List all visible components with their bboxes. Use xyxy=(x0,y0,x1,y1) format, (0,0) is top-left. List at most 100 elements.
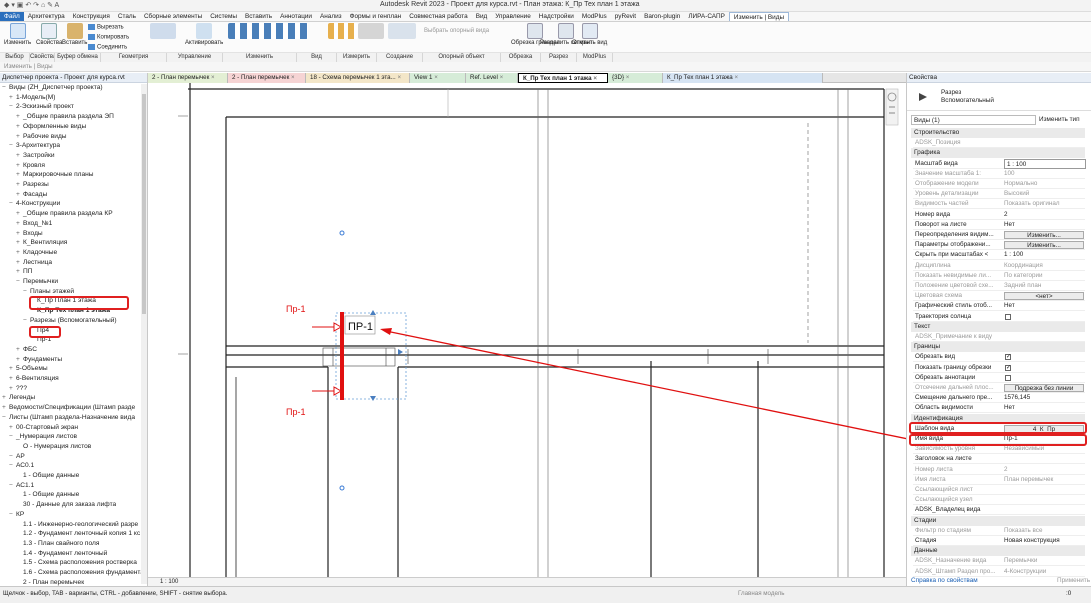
browser-tree-item[interactable]: −3-Архитектура xyxy=(9,141,60,151)
elevation-marker[interactable] xyxy=(339,485,345,491)
tree-toggle-icon[interactable]: + xyxy=(9,374,16,384)
property-value[interactable]: 1576,145 xyxy=(1003,393,1085,403)
properties-help-link[interactable]: Справка по свойствам xyxy=(911,577,978,584)
property-row[interactable]: Поворот на листе Нет xyxy=(913,220,1085,230)
browser-tree-item[interactable]: −2-Эскизный проект xyxy=(9,102,74,112)
apply-button[interactable]: Применить xyxy=(1057,577,1090,584)
view-tab[interactable]: 18 - Схема перемычек 1 эта... × xyxy=(306,73,410,83)
ribbon-tab[interactable]: Файл xyxy=(0,12,24,21)
property-row[interactable]: ADSK_Примечание к виду xyxy=(913,332,1085,342)
view-tab[interactable]: К_Пр Тех план 1 этажа × xyxy=(663,73,823,83)
elevation-marker[interactable] xyxy=(339,230,345,236)
browser-tree-item[interactable]: − Листы (Штамп раздела-Назначение вида xyxy=(2,413,135,423)
create-tools[interactable] xyxy=(388,23,416,39)
browser-tree-item[interactable]: − АС0.1 xyxy=(9,461,34,471)
measure-tools[interactable] xyxy=(358,23,384,39)
property-row[interactable]: Траектория солнца xyxy=(913,312,1085,322)
browser-tree-item[interactable]: 2 - План перемычек xyxy=(16,578,84,586)
browser-tree-item[interactable]: +??? xyxy=(9,384,27,394)
view-scale-selector[interactable]: 1 : 100 xyxy=(160,579,178,585)
property-section-header[interactable]: Графика xyxy=(911,148,1085,159)
tree-toggle-icon[interactable]: + xyxy=(2,393,9,403)
browser-tree-item[interactable]: 1.5 - Схема расположения ростверка xyxy=(16,558,137,568)
tree-toggle-icon[interactable]: + xyxy=(16,151,23,161)
ribbon-tab[interactable]: Сборные элементы xyxy=(140,12,206,21)
property-row[interactable]: Видимость частей Показать оригинал xyxy=(913,199,1085,210)
tree-toggle-icon[interactable]: + xyxy=(16,248,23,258)
ribbon-tab[interactable]: pyRevit xyxy=(611,12,640,21)
type-selector[interactable]: Разрез Вспомогательный xyxy=(907,83,1091,111)
ribbon-tab[interactable]: Надстройки xyxy=(535,12,578,21)
property-value[interactable]: По категории xyxy=(1003,271,1085,281)
browser-tree-item[interactable]: + Легенды xyxy=(2,393,35,403)
property-value[interactable]: 2 xyxy=(1003,465,1085,475)
property-row[interactable]: Масштаб вида 1 : 100 xyxy=(913,158,1086,169)
property-section-header[interactable]: Стадии xyxy=(911,515,1085,526)
browser-tree-item[interactable]: 1.2 - Фундамент ленточный копия 1 кс xyxy=(16,529,140,539)
property-value[interactable]: Нормально xyxy=(1003,179,1085,189)
property-row[interactable]: Обрезать аннотации xyxy=(913,373,1085,383)
browser-tree-item[interactable]: + _Общие правила раздела КР xyxy=(16,209,113,219)
view-tab[interactable]: 2 - План перемычек × xyxy=(228,73,306,83)
view-tab[interactable]: {3D} × xyxy=(608,73,663,83)
ribbon-tab[interactable]: Изменить | Виды xyxy=(728,12,790,21)
property-row[interactable]: Стадия Новая конструкция xyxy=(913,536,1085,546)
browser-tree-item[interactable]: − Виды (ZH_Диспетчер проекта) xyxy=(2,83,103,93)
close-tab-icon[interactable]: × xyxy=(432,74,438,81)
join-button[interactable]: Соединить xyxy=(88,44,127,51)
property-checkbox[interactable]: ✓ xyxy=(1005,364,1011,371)
tree-toggle-icon[interactable]: + xyxy=(16,132,23,142)
browser-tree-item[interactable]: 1 - Общие данные xyxy=(16,490,79,500)
tree-toggle-icon[interactable]: − xyxy=(16,277,23,287)
property-section-header[interactable]: Текст xyxy=(911,321,1085,332)
property-row[interactable]: Переопределения видим... Изменить... xyxy=(913,230,1085,240)
property-value[interactable]: Показать все xyxy=(1003,526,1085,536)
drawing-canvas[interactable]: ПР-1 Пр-1 Пр-1 xyxy=(148,83,906,577)
property-row[interactable]: Показать невидимые ли... По категории xyxy=(913,271,1085,281)
property-row[interactable]: Значение масштаба 1: 100 xyxy=(913,169,1085,179)
tree-toggle-icon[interactable]: + xyxy=(9,93,16,103)
view-tab[interactable]: View 1 × xyxy=(410,73,466,83)
browser-tree-item[interactable]: + Кровля xyxy=(16,161,45,171)
tree-toggle-icon[interactable]: − xyxy=(9,461,16,471)
ribbon-tab[interactable]: Архитектура xyxy=(24,12,69,21)
property-row[interactable]: Имя листа План перемычек xyxy=(913,475,1085,485)
browser-tree-item[interactable]: − АС1.1 xyxy=(9,481,34,491)
property-row[interactable]: Номер вида 2 xyxy=(913,210,1085,220)
ribbon-tab[interactable]: Совместная работа xyxy=(405,12,471,21)
browser-tree-item[interactable]: + Ведомости/Спецификации (Штамп разде xyxy=(2,403,135,413)
property-row[interactable]: Дисциплина Координация xyxy=(913,261,1085,271)
tree-toggle-icon[interactable]: + xyxy=(16,267,23,277)
property-row[interactable]: Область видимости Нет xyxy=(913,403,1085,414)
property-row[interactable]: Скрыть при масштабах < 1 : 100 xyxy=(913,250,1085,261)
browser-tree-item[interactable]: +00-Стартовый экран xyxy=(9,423,78,433)
tree-toggle-icon[interactable]: + xyxy=(9,384,16,394)
browser-tree-item[interactable]: 1.1 - Инженерно-геологический разре xyxy=(16,520,138,530)
view-tab[interactable]: Ref. Level × xyxy=(466,73,518,83)
property-edit-button[interactable]: <нет> xyxy=(1004,292,1084,301)
property-checkbox[interactable]: ✓ xyxy=(1005,354,1011,361)
tree-toggle-icon[interactable]: + xyxy=(16,209,23,219)
property-value[interactable]: Показать оригинал xyxy=(1003,199,1085,209)
modify-tool-button[interactable]: Изменить xyxy=(4,23,31,47)
browser-tree-item[interactable]: 1.3 - План свайного поля xyxy=(16,539,99,549)
browser-tree-item[interactable]: + Вход_№1 xyxy=(16,219,52,229)
view-tab[interactable]: 2 - План перемычек × xyxy=(148,73,228,83)
pick-plane-button[interactable]: Выбрать опорный вида xyxy=(424,28,489,34)
property-value[interactable]: Нет xyxy=(1003,220,1085,230)
browser-tree-item[interactable]: + Фундаменты xyxy=(16,355,62,365)
property-row[interactable]: Графический стиль отоб... Нет xyxy=(913,301,1085,312)
browser-tree-item[interactable]: + Рабочие виды xyxy=(16,132,67,142)
property-edit-button[interactable]: Изменить... xyxy=(1004,241,1084,250)
property-row[interactable]: Отсечение дальней плос... Подрезка без ли… xyxy=(913,383,1085,393)
browser-scroll-thumb[interactable] xyxy=(142,94,146,314)
tree-toggle-icon[interactable]: + xyxy=(16,122,23,132)
tree-toggle-icon[interactable]: + xyxy=(2,403,9,413)
tree-toggle-icon[interactable]: − xyxy=(9,481,16,491)
quick-access-toolbar[interactable]: ◆ ▾ ▣ ↶ ↷ ⌂ ✎ A xyxy=(4,1,59,9)
tree-toggle-icon[interactable]: − xyxy=(2,83,9,93)
property-value[interactable]: Нет xyxy=(1003,301,1085,311)
browser-scrollbar[interactable] xyxy=(141,84,147,584)
close-tab-icon[interactable]: × xyxy=(396,74,401,81)
property-section-header[interactable]: Данные xyxy=(911,546,1085,557)
